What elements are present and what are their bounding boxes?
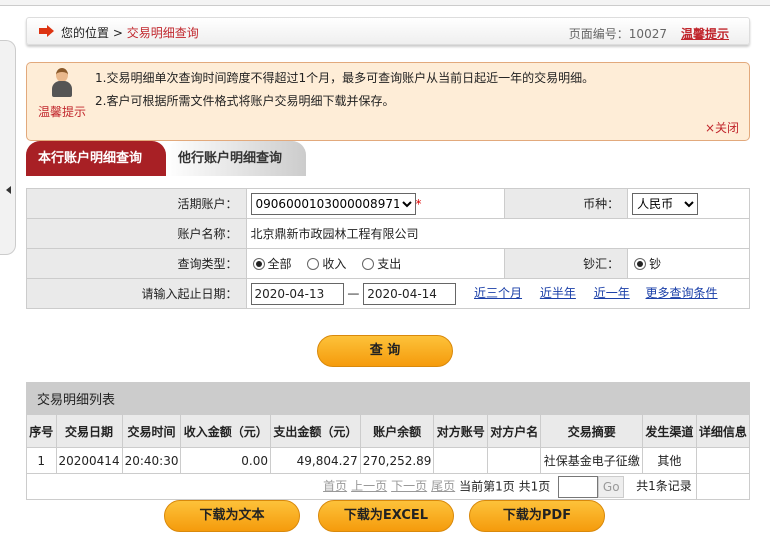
breadcrumb-current: 交易明细查询 [126, 26, 199, 40]
notice-line-2: 2.客户可根据所需文件格式将账户交易明细下载并保存。 [95, 94, 395, 108]
cell-channel: 其他 [641, 447, 697, 474]
column-header: 交易摘要 [540, 414, 643, 448]
column-header: 发生渠道 [641, 414, 697, 448]
radio-expense[interactable] [362, 258, 375, 270]
column-header: 对方账号 [433, 414, 488, 448]
account-name-value: 北京鼎新市政园林工程有限公司 [245, 218, 751, 249]
link-last-3-months[interactable]: 近三个月 [474, 286, 522, 300]
column-header: 账户余额 [359, 414, 435, 448]
go-button[interactable]: Go [598, 475, 625, 498]
cell-counter-name [486, 447, 542, 474]
breadcrumb: 您的位置 > 交易明细查询 页面编号：10027 温馨提示 [26, 17, 750, 45]
pager: 首页 上一页 下一页 尾页 当前第1页 共1页 Go 共1条记录 [26, 473, 697, 500]
date-separator: — [347, 286, 360, 300]
cell-detail[interactable] [695, 447, 751, 474]
currency-select[interactable]: 人民币 [632, 192, 699, 215]
date-label: 请输入起止日期： [26, 278, 247, 309]
pager-first[interactable]: 首页 [323, 479, 347, 493]
account-name-label: 账户名称： [26, 218, 247, 249]
tab-other-bank[interactable]: 他行账户明细查询 [166, 141, 306, 176]
cell-balance: 270,252.89 [359, 447, 435, 474]
list-title: 交易明细列表 [26, 382, 750, 415]
column-header: 对方户名 [486, 414, 542, 448]
page-input[interactable] [558, 475, 599, 498]
tab-own-bank[interactable]: 本行账户明细查询 [26, 141, 166, 176]
link-last-year[interactable]: 近一年 [594, 286, 630, 300]
radio-income-label: 收入 [322, 257, 347, 271]
link-last-half-year[interactable]: 近半年 [540, 286, 576, 300]
cell-index: 1 [26, 447, 57, 474]
required-mark: * [415, 196, 422, 211]
notice-label: 温馨提示 [38, 105, 87, 119]
column-header: 交易日期 [55, 414, 123, 448]
radio-expense-label: 支出 [377, 257, 402, 271]
date-from-input[interactable]: 2020-04-13 [250, 282, 344, 305]
account-select[interactable]: 0906000103000008971 [250, 192, 416, 215]
query-form: 活期账户： 0906000103000008971 * 币种： 人民币 账户名称：… [26, 188, 751, 309]
tip-link[interactable]: 温馨提示 [681, 27, 729, 41]
column-header: 支出金额（元） [269, 414, 361, 448]
cell-expense: 49,804.27 [269, 447, 361, 474]
column-header: 详细信息 [695, 414, 751, 448]
pager-total: 共1条记录 [636, 479, 692, 493]
collapse-left-icon [6, 186, 11, 194]
radio-cash-label: 钞 [649, 257, 662, 271]
advisor-avatar-icon [51, 68, 73, 98]
column-header: 交易时间 [121, 414, 182, 448]
top-frame-edge [0, 0, 770, 6]
cell-time: 20:40:30 [121, 447, 182, 474]
account-label: 活期账户： [26, 188, 247, 219]
notice-line-1: 1.交易明细单次查询时间跨度不得超过1个月，最多可查询账户从当前日起近一年的交易… [95, 71, 595, 85]
pager-prev[interactable]: 上一页 [351, 479, 387, 493]
date-to-input[interactable]: 2020-04-14 [363, 282, 457, 305]
cash-label: 钞汇： [504, 248, 629, 279]
column-header: 序号 [26, 414, 57, 448]
sidebar-toggle[interactable] [0, 40, 16, 255]
notice-close-button[interactable]: ×关闭 [705, 119, 739, 136]
radio-all[interactable] [252, 258, 265, 270]
download-excel-button[interactable]: 下载为EXCEL [318, 500, 454, 532]
transaction-table: 交易明细列表 序号 交易日期 交易时间 收入金额（元） 支出金额（元） 账户余额 对方账号对… [26, 382, 751, 500]
download-text-button[interactable]: 下载为文本 [164, 500, 300, 532]
column-header: 收入金额（元） [180, 414, 271, 448]
breadcrumb-prefix: 您的位置 > [61, 26, 123, 40]
pager-next[interactable]: 下一页 [391, 479, 427, 493]
query-button[interactable]: 查 询 [317, 335, 453, 367]
radio-cash[interactable] [634, 258, 647, 270]
radio-income[interactable] [307, 258, 320, 270]
notice-panel: 温馨提示 1.交易明细单次查询时间跨度不得超过1个月，最多可查询账户从当前日起近… [26, 62, 750, 141]
cell-date: 20200414 [55, 447, 123, 474]
query-type-label: 查询类型： [26, 248, 247, 279]
table-row: 1 20200414 20:40:30 0.00 49,804.27 270,2… [26, 447, 751, 474]
cell-summary: 社保基金电子征缴 [540, 447, 643, 474]
cell-income: 0.00 [180, 447, 271, 474]
download-pdf-button[interactable]: 下载为PDF [469, 500, 605, 532]
arrow-right-icon [39, 25, 55, 37]
link-more-conditions[interactable]: 更多查询条件 [646, 286, 718, 300]
pager-last[interactable]: 尾页 [431, 479, 455, 493]
currency-label: 币种： [504, 188, 629, 219]
cell-counter-account [433, 447, 488, 474]
pager-current: 当前第1页 共1页 [459, 479, 551, 493]
page-number: 页面编号：10027 [568, 27, 667, 41]
radio-all-label: 全部 [267, 257, 292, 271]
